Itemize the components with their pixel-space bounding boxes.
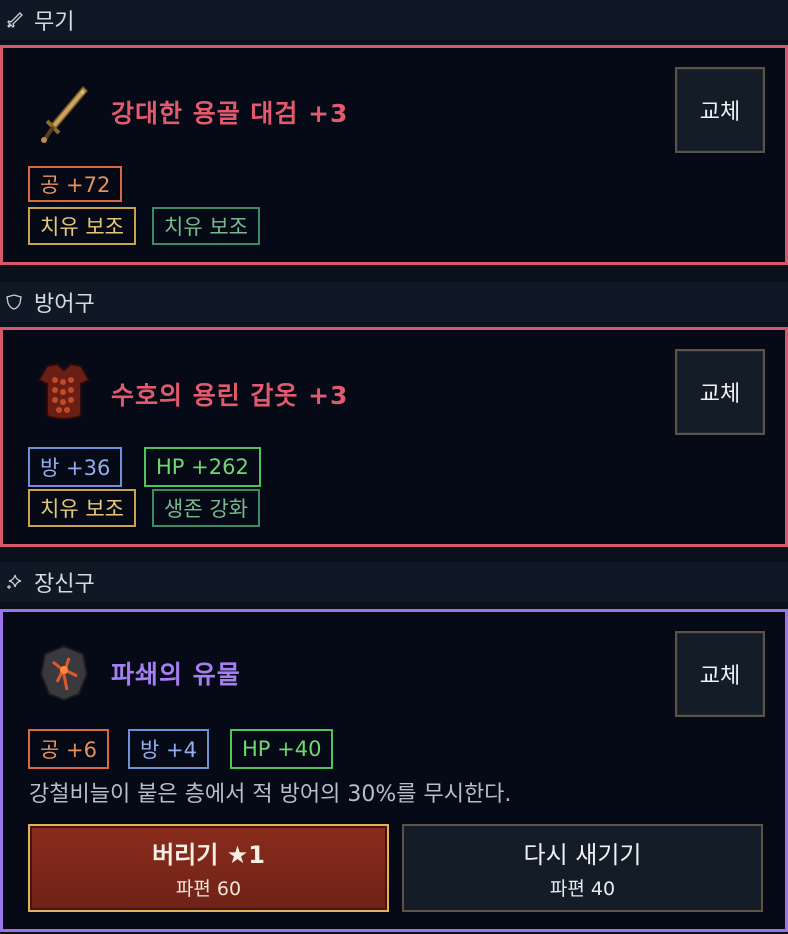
- discard-shard-reward: 파편 60: [175, 878, 242, 900]
- accessory-attack-stat: 공 +6: [28, 729, 109, 769]
- armor-trait-1: 치유 보조: [28, 489, 136, 527]
- armor-section-title: 방어구: [34, 292, 95, 317]
- shield-icon: [4, 292, 24, 312]
- weapon-section-title: 무기: [34, 10, 75, 35]
- accessory-section-title: 장신구: [34, 572, 95, 597]
- sword-icon: [4, 10, 24, 30]
- armor-defense-stat: 방 +36: [28, 447, 123, 487]
- weapon-section-header: 무기: [0, 0, 788, 40]
- accessory-effect-description: 강철비늘이 붙은 층에서 적 방어의 30%를 무시한다.: [29, 782, 512, 807]
- accessory-item-name: 파쇄의 유물: [111, 660, 241, 689]
- accessory-defense-stat: 방 +4: [128, 729, 209, 769]
- accessory-section-header: 장신구: [0, 562, 788, 602]
- armor-swap-button[interactable]: 교체: [675, 349, 765, 435]
- relic-icon: [35, 640, 93, 704]
- armor-hp-stat: HP +262: [144, 447, 261, 487]
- weapon-trait-1: 치유 보조: [28, 207, 136, 245]
- reforge-shard-cost: 파편 40: [549, 878, 616, 900]
- greatsword-icon: [35, 81, 93, 145]
- weapon-card: 강대한 용골 대검 +3 교체 공 +72 치유 보조 치유 보조: [0, 45, 788, 265]
- weapon-swap-button[interactable]: 교체: [675, 67, 765, 153]
- reforge-button[interactable]: 다시 새기기 파편 40: [402, 824, 763, 912]
- armor-trait-2: 생존 강화: [152, 489, 260, 527]
- weapon-attack-stat: 공 +72: [28, 166, 123, 202]
- armor-section-header: 방어구: [0, 282, 788, 322]
- sparkle-icon: [4, 572, 24, 592]
- armor-item-name: 수호의 용린 갑옷 +3: [111, 381, 349, 410]
- reforge-label: 다시 새기기: [523, 841, 642, 869]
- weapon-trait-2: 치유 보조: [152, 207, 260, 245]
- weapon-item-name: 강대한 용골 대검 +3: [111, 99, 349, 128]
- armor-card: 수호의 용린 갑옷 +3 교체 방 +36 HP +262 치유 보조 생존 강…: [0, 327, 788, 547]
- discard-label: 버리기 ★1: [152, 841, 265, 869]
- scale-armor-icon: [35, 360, 93, 424]
- discard-button[interactable]: 버리기 ★1 파편 60: [28, 824, 389, 912]
- accessory-swap-button[interactable]: 교체: [675, 631, 765, 717]
- accessory-hp-stat: HP +40: [230, 729, 334, 769]
